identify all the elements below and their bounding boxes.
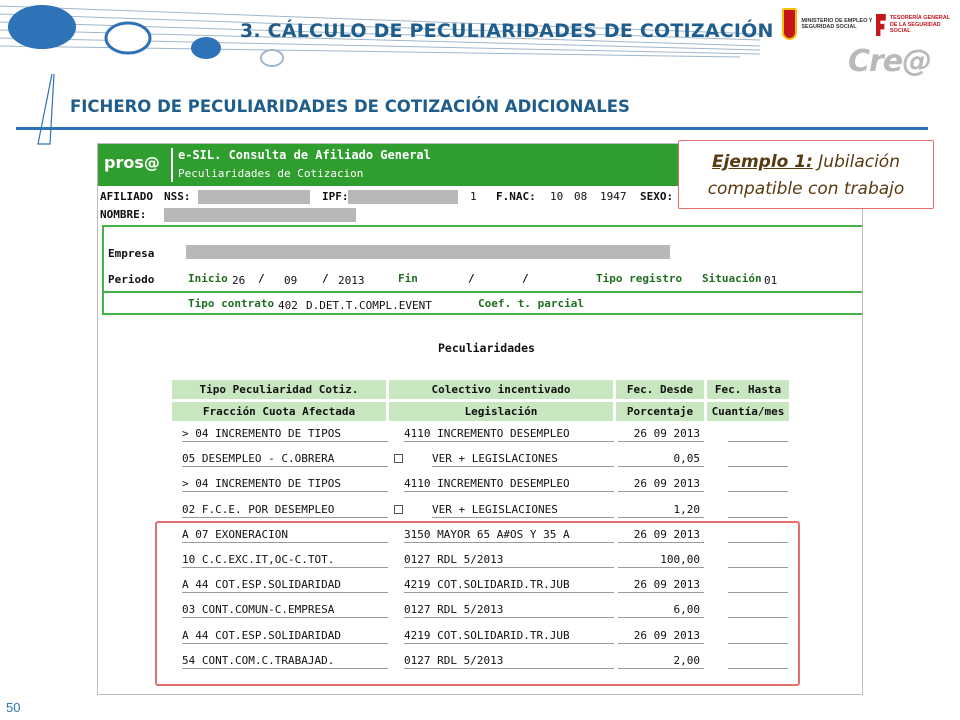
periodo-label: Periodo	[108, 273, 155, 286]
column-header: Fec. Hasta	[707, 380, 789, 399]
empresa-value-redacted	[186, 245, 670, 259]
tipo-peculiaridad-cell[interactable]: 05 DESEMPLEO - C.OBRERA	[182, 451, 388, 468]
peculiaridades-title: Peculiaridades	[438, 341, 535, 355]
sexo-label: SEXO:	[640, 190, 674, 203]
tipo-contrato-desc: D.DET.T.COMPL.EVENT	[306, 299, 432, 312]
colectivo-cell[interactable]: VER + LEGISLACIONES	[432, 451, 614, 468]
ipf-value-redacted	[348, 190, 458, 204]
nombre-label: NOMBRE:	[100, 208, 147, 221]
column-header: Colectivo incentivado	[389, 380, 613, 399]
fin-label: Fin	[398, 272, 418, 285]
example-callout: Ejemplo 1: Jubilación compatible con tra…	[678, 140, 934, 209]
tipo-contrato-code[interactable]: 402	[278, 299, 298, 312]
highlight-box	[155, 521, 800, 686]
fecha-porcentaje-cell[interactable]: 1,20	[618, 502, 704, 518]
tipo-peculiaridad-cell[interactable]: 02 F.C.E. POR DESEMPLEO	[182, 502, 388, 518]
column-header: Tipo Peculiaridad Cotiz.	[172, 380, 386, 399]
colectivo-cell[interactable]: VER + LEGISLACIONES	[432, 502, 614, 518]
legislation-checkbox[interactable]	[394, 504, 403, 514]
callout-text-line1: Jubilación	[818, 152, 900, 172]
date-slash: /	[258, 272, 265, 285]
column-header: Porcentaje	[616, 402, 704, 421]
title-divider	[16, 127, 928, 130]
tgss-mark-icon	[876, 14, 886, 36]
tgss-logo: TESORERÍA GENERAL DE LA SEGURIDAD SOCIAL	[876, 10, 956, 40]
app-subtitle: Peculiaridades de Cotizacion	[178, 167, 364, 180]
afiliado-label: AFILIADO	[100, 190, 153, 203]
inicio-month[interactable]: 09	[284, 274, 297, 287]
coef-label: Coef. t. parcial	[478, 297, 584, 310]
coat-of-arms-icon	[782, 8, 798, 40]
legislation-checkbox[interactable]	[394, 454, 403, 464]
nss-label: NSS:	[164, 190, 191, 203]
situacion-value[interactable]: 01	[764, 274, 777, 287]
app-title: e-SIL. Consulta de Afiliado General	[178, 148, 431, 162]
situacion-label: Situación	[702, 272, 762, 285]
fnac-day: 10	[550, 190, 564, 203]
nss-value-redacted	[198, 190, 310, 204]
nombre-value-redacted	[164, 208, 356, 222]
ipf-label: IPF:	[322, 190, 349, 203]
empresa-label: Empresa	[108, 247, 155, 260]
page-number: 50	[6, 700, 21, 715]
inicio-year[interactable]: 2013	[338, 274, 365, 287]
fecha-porcentaje-cell[interactable]: 0,05	[618, 451, 704, 468]
date-slash: /	[468, 272, 475, 285]
divider-line	[102, 225, 104, 315]
column-header: Fracción Cuota Afectada	[172, 402, 386, 421]
brand-separator	[171, 148, 173, 182]
fecha-hasta-cell[interactable]	[728, 476, 788, 493]
fnac-label: F.NAC:	[496, 190, 536, 203]
tipo-registro-label: Tipo registro	[596, 272, 683, 285]
callout-label: Ejemplo 1:	[711, 152, 813, 172]
tipo-contrato-label: Tipo contrato	[188, 297, 275, 310]
colectivo-cell[interactable]: 4110 INCREMENTO DESEMPLEO	[404, 476, 614, 493]
fecha-hasta-cell[interactable]	[728, 426, 788, 442]
inicio-day[interactable]: 26	[232, 274, 245, 287]
crea-logo: Cre@	[848, 44, 932, 79]
callout-text-line2: compatible con trabajo	[707, 179, 905, 199]
fnac-year: 1947	[600, 190, 627, 203]
tipo-peculiaridad-cell[interactable]: > 04 INCREMENTO DE TIPOS	[182, 476, 388, 493]
column-header: Cuantía/mes	[707, 402, 789, 421]
column-header: Fec. Desde	[616, 380, 704, 399]
date-slash: /	[522, 272, 529, 285]
ipf-suffix: 1	[470, 190, 477, 203]
tipo-peculiaridad-cell[interactable]: > 04 INCREMENTO DE TIPOS	[182, 426, 388, 442]
fecha-hasta-cell[interactable]	[728, 451, 788, 468]
fecha-porcentaje-cell[interactable]: 26 09 2013	[618, 476, 704, 493]
colectivo-cell[interactable]: 4110 INCREMENTO DESEMPLEO	[404, 426, 614, 442]
fnac-month: 08	[574, 190, 588, 203]
column-header: Legislación	[389, 402, 613, 421]
tgss-logo-text: TESORERÍA GENERAL DE LA SEGURIDAD SOCIAL	[889, 15, 951, 35]
slide-subtitle: FICHERO DE PECULIARIDADES DE COTIZACIÓN …	[70, 97, 630, 116]
divider-line	[102, 313, 862, 315]
slide-title: 3. CÁLCULO DE PECULIARIDADES DE COTIZACI…	[240, 20, 774, 42]
date-slash: /	[322, 272, 329, 285]
brand-logo: pros@	[104, 153, 160, 172]
fecha-porcentaje-cell[interactable]: 26 09 2013	[618, 426, 704, 442]
ministry-logo: MINISTERIO DE EMPLEO Y SEGURIDAD SOCIAL	[782, 5, 874, 43]
ministry-logo-text: MINISTERIO DE EMPLEO Y SEGURIDAD SOCIAL	[801, 17, 873, 31]
fecha-hasta-cell[interactable]	[728, 502, 788, 518]
divider-line	[102, 291, 862, 293]
inicio-label: Inicio	[188, 272, 228, 285]
divider-line	[102, 225, 862, 227]
